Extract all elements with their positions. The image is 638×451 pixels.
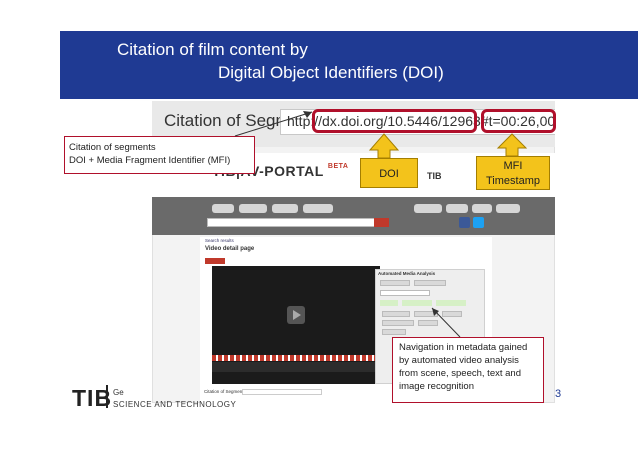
callout-nav-line3: from scene, speech, text and <box>399 368 521 379</box>
callout-citation-segments: Citation of segments DOI + Media Fragmen… <box>64 136 255 174</box>
nav-help-button[interactable] <box>239 204 267 213</box>
callout-nav-line1: Navigation in metadata gained <box>399 342 528 353</box>
video-timeline[interactable] <box>212 355 380 361</box>
nav-upload-button[interactable] <box>446 204 468 213</box>
callout-mfi-line1: MFI <box>503 160 523 172</box>
callout-citation-line2: DOI + Media Fragment Identifier (MFI) <box>69 155 231 166</box>
analysis-filter-text[interactable] <box>402 300 432 306</box>
callout-citation-line1: Citation of segments <box>69 142 156 153</box>
play-icon <box>293 310 301 320</box>
nav-about-button[interactable] <box>303 204 333 213</box>
footer-ge-text: Ge <box>113 388 124 397</box>
page-number: 3 <box>555 388 562 400</box>
footer-science-text: SCIENCE AND TECHNOLOGY <box>113 400 237 409</box>
video-detail-title: Video detail page <box>205 246 255 252</box>
analysis-keyword-chip[interactable] <box>382 320 414 326</box>
facebook-icon[interactable] <box>459 217 470 228</box>
callout-doi: DOI <box>360 158 418 188</box>
analysis-keyword-chip[interactable] <box>382 311 410 317</box>
nav-login-button[interactable] <box>472 204 492 213</box>
slide-title-line1: Citation of film content by <box>117 40 308 59</box>
portal-nav-bar <box>152 197 555 235</box>
citation-strip-label: Citation of Segment <box>204 389 244 394</box>
portal-search-button[interactable] <box>374 218 389 227</box>
tib-small-logo: TIB <box>427 171 442 181</box>
portal-breadcrumb[interactable]: Search results <box>205 238 234 243</box>
twitter-icon[interactable] <box>473 217 484 228</box>
analysis-keyword-chip[interactable] <box>382 329 406 335</box>
footer-divider <box>106 385 108 408</box>
doi-highlight <box>312 109 477 133</box>
share-badge[interactable] <box>205 258 225 264</box>
portal-search-input[interactable] <box>207 218 389 227</box>
callout-navigation: Navigation in metadata gained by automat… <box>392 337 544 403</box>
analysis-filter-image[interactable] <box>436 300 466 306</box>
slide-title-line2: Digital Object Identifiers (DOI) <box>218 63 444 82</box>
analysis-keyword-chip[interactable] <box>418 320 438 326</box>
analysis-filter-speech[interactable] <box>380 300 398 306</box>
nav-register-button[interactable] <box>496 204 520 213</box>
media-analysis-title: Automated Media Analysis <box>378 271 436 276</box>
analysis-keyword-chip[interactable] <box>414 311 438 317</box>
nav-publish-button[interactable] <box>272 204 298 213</box>
video-control-bar[interactable] <box>212 362 380 372</box>
nav-watchlist-button[interactable] <box>414 204 442 213</box>
callout-nav-line4: image recognition <box>399 381 474 392</box>
callout-mfi-line2: Timestamp <box>486 175 540 187</box>
mfi-highlight <box>481 109 556 133</box>
analysis-tab-1[interactable] <box>380 280 410 286</box>
analysis-tab-2[interactable] <box>414 280 446 286</box>
nav-home-button[interactable] <box>212 204 234 213</box>
analysis-keyword-chip[interactable] <box>442 311 462 317</box>
portal-beta-badge: BETA <box>327 163 349 170</box>
analysis-search-input[interactable] <box>380 290 430 296</box>
callout-mfi: MFI Timestamp <box>476 156 550 190</box>
citation-strip-url[interactable] <box>242 389 322 395</box>
callout-nav-line2: by automated video analysis <box>399 355 519 366</box>
